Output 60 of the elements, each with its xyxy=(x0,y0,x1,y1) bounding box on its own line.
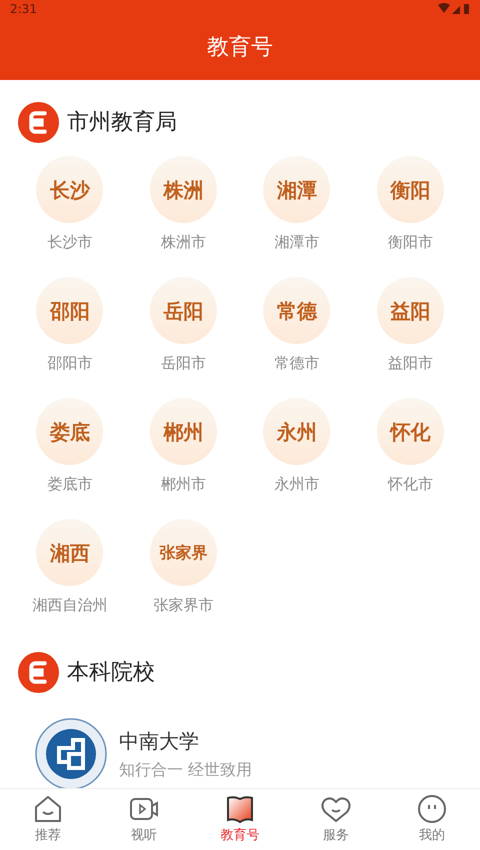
city-item[interactable]: 张家界 张家界市 xyxy=(126,519,240,640)
city-badge-text: 张家界 xyxy=(159,542,208,564)
city-label: 邵阳市 xyxy=(47,353,92,374)
nav-tab[interactable]: 视听 xyxy=(96,789,192,850)
city-badge-text: 湘潭 xyxy=(276,176,317,204)
city-badge-text: 益阳 xyxy=(390,298,430,324)
nav-tab[interactable]: 推荐 xyxy=(0,789,96,850)
section-title: 本科院校 xyxy=(67,658,155,686)
school-item[interactable]: 中南大学 知行合一 经世致用 xyxy=(0,714,480,788)
city-badge-text: 长沙 xyxy=(50,176,90,204)
city-badge-text: 郴州 xyxy=(163,418,204,446)
page-title: 教育号 xyxy=(207,34,273,62)
nav-tab[interactable]: 我的 xyxy=(384,789,480,850)
status-icons xyxy=(438,3,470,15)
city-item[interactable]: 湘潭 湘潭市 xyxy=(240,156,354,277)
city-badge-text: 岳阳 xyxy=(163,298,204,324)
school-name: 中南大学 xyxy=(119,728,200,755)
city-item[interactable]: 益阳 益阳市 xyxy=(354,277,467,398)
city-item[interactable]: 株洲 株洲市 xyxy=(126,156,240,277)
house-icon xyxy=(33,794,63,824)
city-label: 娄底市 xyxy=(47,474,92,495)
city-label: 张家界市 xyxy=(153,595,214,616)
book-icon xyxy=(225,794,255,824)
city-badge-text: 衡阳 xyxy=(390,176,430,204)
city-label: 郴州市 xyxy=(160,474,206,495)
city-item[interactable]: 郴州 郴州市 xyxy=(126,398,240,519)
city-badge-text: 株洲 xyxy=(163,176,204,204)
status-time: 2:31 xyxy=(10,1,37,18)
city-label: 衡阳市 xyxy=(388,232,433,253)
school-motto: 知行合一 经世致用 xyxy=(119,759,252,781)
city-label: 怀化市 xyxy=(388,474,433,495)
face-icon xyxy=(417,794,447,824)
city-label: 永州市 xyxy=(274,474,320,495)
city-item[interactable]: 娄底 娄底市 xyxy=(13,398,126,519)
city-badge-text: 邵阳 xyxy=(50,298,90,324)
city-badge-text: 娄底 xyxy=(50,418,90,446)
city-item[interactable]: 衡阳 衡阳市 xyxy=(354,156,467,277)
city-label: 株洲市 xyxy=(160,232,206,253)
city-label: 益阳市 xyxy=(388,353,433,374)
city-badge-text: 湘西 xyxy=(50,540,90,566)
city-badge-text: 怀化 xyxy=(390,418,430,446)
city-label: 长沙市 xyxy=(47,232,92,253)
section-title: 市州教育局 xyxy=(67,108,177,136)
city-item[interactable]: 永州 永州市 xyxy=(240,398,354,519)
city-item[interactable]: 邵阳 邵阳市 xyxy=(13,277,126,398)
city-label: 岳阳市 xyxy=(160,353,206,374)
nav-tab[interactable]: 服务 xyxy=(288,789,384,850)
city-label: 常德市 xyxy=(274,353,320,374)
city-item[interactable]: 岳阳 岳阳市 xyxy=(126,277,240,398)
city-label: 湘潭市 xyxy=(274,232,320,253)
city-item[interactable]: 常德 常德市 xyxy=(240,277,354,398)
logo-icon xyxy=(18,652,59,692)
city-badge-text: 永州 xyxy=(276,418,317,446)
logo-icon xyxy=(18,102,59,142)
city-badge-text: 常德 xyxy=(276,298,317,324)
city-item[interactable]: 湘西 湘西自治州 xyxy=(13,519,126,640)
city-item[interactable]: 长沙 长沙市 xyxy=(13,156,126,277)
city-label: 湘西自治州 xyxy=(32,595,108,616)
nav-tab[interactable]: 教育号 xyxy=(192,789,288,850)
city-item[interactable]: 怀化 怀化市 xyxy=(354,398,467,519)
